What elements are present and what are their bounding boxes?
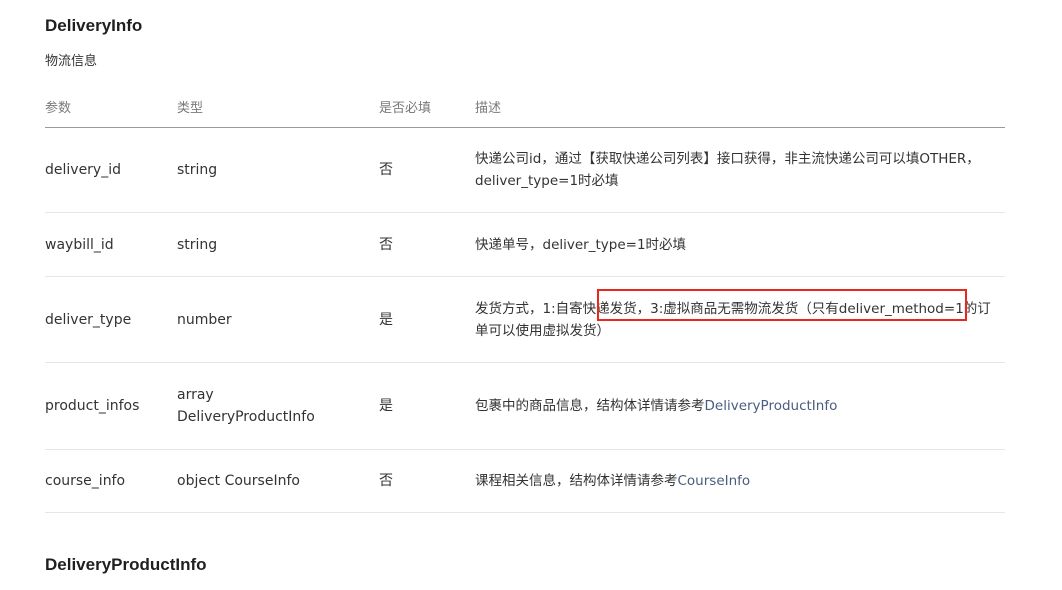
row-desc-text: 课程相关信息，结构体详情请参考 [475,473,678,489]
row-desc: 包裹中的商品信息，结构体详情请参考DeliveryProductInfo [475,395,1005,417]
row-desc: 课程相关信息，结构体详情请参考CourseInfo [475,470,1005,492]
row-type-line: array [177,387,214,403]
header-desc: 描述 [475,101,502,116]
table-row: course_info object CourseInfo 否 课程相关信息，结… [45,450,1005,513]
header-param: 参数 [45,101,72,116]
section-subtitle: 物流信息 [45,54,98,69]
row-desc: 快递单号，deliver_type=1时必填 [475,236,687,253]
row-required: 否 [379,236,393,253]
row-type: number [177,311,232,328]
row-desc-line: 发货方式，1:自寄快递发货，3:虚拟商品无需物流发货（只有deliver_met… [475,300,991,317]
header-required: 是否必填 [379,101,432,116]
row-param: product_infos [45,398,140,414]
table-header: 参数 类型 是否必填 描述 [45,86,1005,128]
delivery-product-info-link[interactable]: DeliveryProductInfo [705,398,838,414]
row-required: 否 [379,473,393,489]
table-row: delivery_id string 否 快递公司id，通过【获取快递公司列表】… [45,128,1005,213]
row-type: string [177,236,218,253]
next-section-title: DeliveryProductInfo [45,555,207,574]
row-desc-line: deliver_type=1时必填 [475,173,619,189]
row-desc-line: 快递公司id，通过【获取快递公司列表】接口获得，非主流快递公司可以填OTHER， [475,151,980,167]
table-row: deliver_type number 是 发货方式，1:自寄快递发货，3:虚拟… [45,277,1005,363]
params-table: 参数 类型 是否必填 描述 delivery_id string 否 快递公司i… [45,86,1005,513]
row-param: delivery_id [45,162,121,178]
row-param: deliver_type [45,311,132,328]
row-desc-text: 包裹中的商品信息，结构体详情请参考 [475,398,705,414]
header-type: 类型 [177,101,204,116]
row-desc: 发货方式，1:自寄快递发货，3:虚拟商品无需物流发货（只有deliver_met… [475,298,1005,342]
section-title: DeliveryInfo [45,16,143,35]
course-info-link[interactable]: CourseInfo [678,473,751,489]
table-row: waybill_id string 否 快递单号，deliver_type=1时… [45,213,1005,277]
row-type: object CourseInfo [177,473,300,489]
row-type: string [177,162,218,178]
row-param: course_info [45,473,126,489]
table-row: product_infos array DeliveryProductInfo … [45,363,1005,450]
row-type-line: DeliveryProductInfo [177,409,315,425]
row-required: 是 [379,311,393,328]
row-type: array DeliveryProductInfo [177,384,315,428]
row-param: waybill_id [45,236,114,253]
row-desc: 快递公司id，通过【获取快递公司列表】接口获得，非主流快递公司可以填OTHER，… [475,148,1005,192]
row-required: 否 [379,162,393,178]
row-required: 是 [379,398,393,414]
row-desc-line: 单可以使用虚拟发货） [475,322,610,339]
